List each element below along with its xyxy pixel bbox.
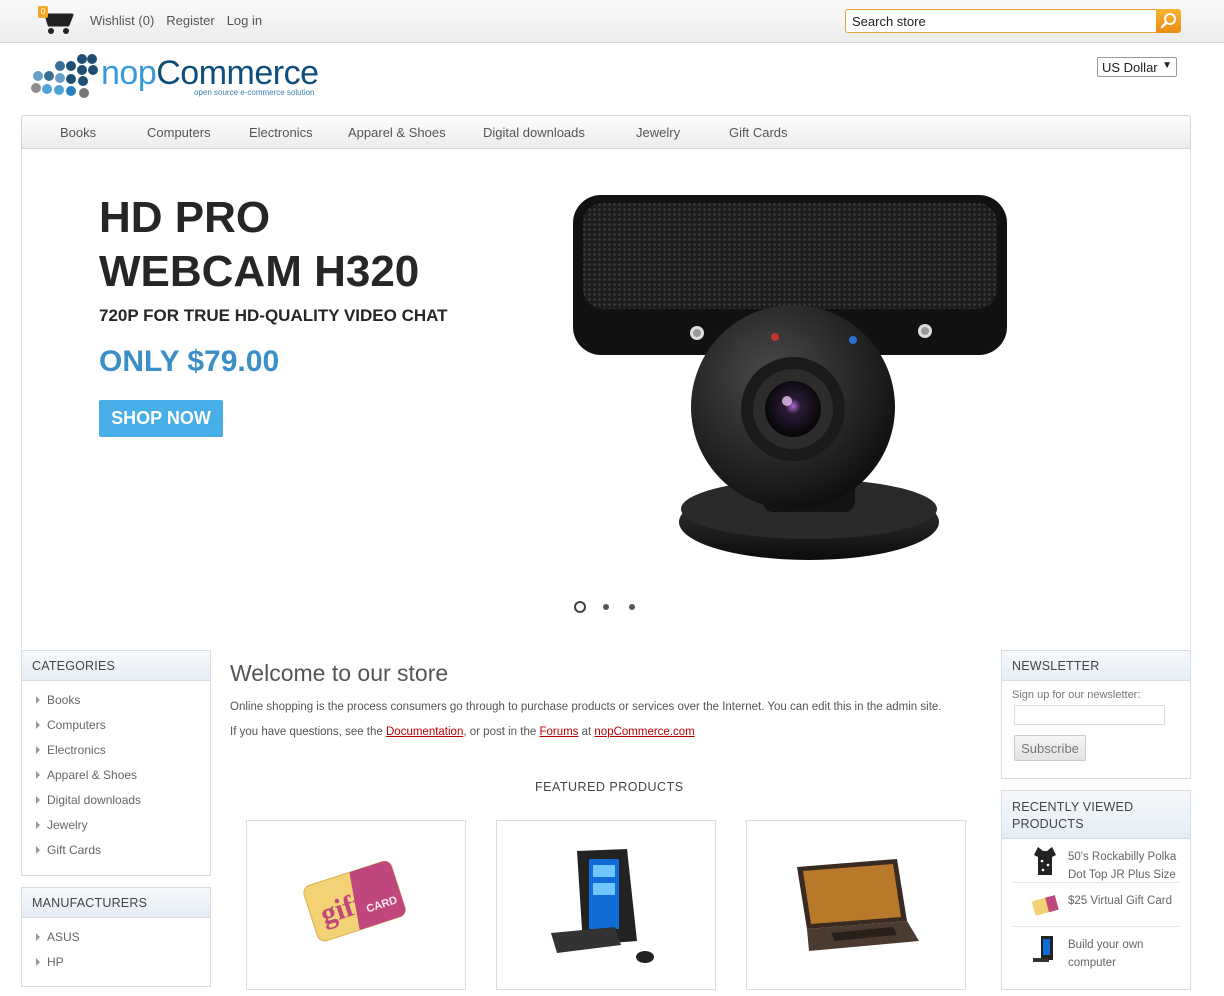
logo-dots-icon xyxy=(31,54,98,98)
store-logo[interactable]: nopCommerce open source e-commerce solut… xyxy=(28,52,328,102)
slider-dot-3[interactable] xyxy=(626,601,638,613)
slider-dot-1[interactable] xyxy=(574,601,586,613)
currency-select[interactable]: US Dollar ▼ xyxy=(1097,57,1177,77)
product-card-laptop[interactable] xyxy=(746,820,966,990)
slide-subtitle: 720P FOR TRUE HD-QUALITY VIDEO CHAT xyxy=(99,306,448,325)
recent-product-item[interactable]: Build your own computer xyxy=(1012,927,1180,971)
categories-title: CATEGORIES xyxy=(22,651,210,681)
polka-dot-top-thumb xyxy=(1034,847,1056,875)
desktop-computer-image xyxy=(551,849,654,963)
slide-title-line1: HD PRO xyxy=(99,193,271,242)
menu-item-gift-cards[interactable]: Gift Cards xyxy=(729,125,788,140)
category-electronics[interactable]: Electronics xyxy=(22,742,210,767)
slide-title: HD PRO WEBCAM H320 xyxy=(99,191,419,299)
recent-product-name[interactable]: Build your own computer xyxy=(1068,936,1188,972)
help-prefix: If you have questions, see the xyxy=(230,726,386,738)
slide-price: ONLY $79.00 xyxy=(99,345,280,378)
search-input[interactable] xyxy=(845,9,1157,33)
cart-count-badge: 0 xyxy=(38,6,48,18)
intro-text: Online shopping is the process consumers… xyxy=(230,701,942,713)
slide-title-line2: WEBCAM H320 xyxy=(99,247,420,296)
categories-block: CATEGORIES Books Computers Electronics A… xyxy=(21,650,211,876)
main-content: Welcome to our store Online shopping is … xyxy=(230,660,990,738)
login-link[interactable]: Log in xyxy=(227,13,262,28)
manufacturers-title: MANUFACTURERS xyxy=(22,888,210,918)
product-card-computer[interactable] xyxy=(496,820,716,990)
dropdown-arrow-icon: ▼ xyxy=(1162,60,1172,71)
laptop-image xyxy=(797,859,919,951)
welcome-heading: Welcome to our store xyxy=(230,660,449,686)
shopping-cart-icon[interactable]: 0 xyxy=(36,6,76,36)
category-jewelry[interactable]: Jewelry xyxy=(22,817,210,842)
webcam-image[interactable] xyxy=(567,187,1017,567)
computer-thumb xyxy=(1033,936,1053,962)
manufacturers-block: MANUFACTURERS ASUS HP xyxy=(21,887,211,987)
recent-product-name[interactable]: 50's Rockabilly Polka Dot Top JR Plus Si… xyxy=(1068,848,1188,884)
category-gift-cards[interactable]: Gift Cards xyxy=(22,842,210,867)
category-computers[interactable]: Computers xyxy=(22,717,210,742)
shop-now-button[interactable]: SHOP NOW xyxy=(99,400,223,437)
category-books[interactable]: Books xyxy=(22,692,210,717)
forums-link[interactable]: Forums xyxy=(539,726,578,738)
manufacturers-list: ASUS HP xyxy=(22,918,210,979)
logo-nop: nop xyxy=(101,54,157,92)
newsletter-email-input[interactable] xyxy=(1014,705,1165,725)
category-digital-downloads[interactable]: Digital downloads xyxy=(22,792,210,817)
slider-dot-2[interactable] xyxy=(600,601,612,613)
header-links: Wishlist (0) Register Log in xyxy=(90,13,262,28)
menu-item-books[interactable]: Books xyxy=(60,125,96,140)
help-at: at xyxy=(578,726,595,738)
manufacturer-asus[interactable]: ASUS xyxy=(22,929,210,954)
logo-commerce: Commerce xyxy=(156,54,319,92)
gift-card-image: gift CARD xyxy=(303,860,406,942)
recent-product-item[interactable]: $25 Virtual Gift Card xyxy=(1012,883,1180,927)
newsletter-title: NEWSLETTER xyxy=(1002,651,1190,681)
logo-tagline: open source e-commerce solution xyxy=(194,88,315,97)
wishlist-link[interactable]: Wishlist (0) xyxy=(90,13,154,28)
currency-value: US Dollar xyxy=(1102,60,1158,75)
help-mid: , or post in the xyxy=(463,726,540,738)
menu-item-digital-downloads[interactable]: Digital downloads xyxy=(483,125,585,140)
home-slider: HD PRO WEBCAM H320 720P FOR TRUE HD-QUAL… xyxy=(21,149,1191,649)
register-link[interactable]: Register xyxy=(166,13,214,28)
recently-viewed-title: RECENTLY VIEWED PRODUCTS xyxy=(1002,791,1190,839)
recently-viewed-title-line1: RECENTLY VIEWED xyxy=(1012,800,1134,814)
categories-list: Books Computers Electronics Apparel & Sh… xyxy=(22,681,210,867)
recent-product-item[interactable]: 50's Rockabilly Polka Dot Top JR Plus Si… xyxy=(1012,839,1180,883)
documentation-link[interactable]: Documentation xyxy=(386,726,463,738)
manufacturer-hp[interactable]: HP xyxy=(22,954,210,979)
featured-products-title: FEATURED PRODUCTS xyxy=(535,780,684,794)
search-icon xyxy=(1160,13,1176,29)
menu-item-electronics[interactable]: Electronics xyxy=(249,125,313,140)
newsletter-block: NEWSLETTER Sign up for our newsletter: S… xyxy=(1001,650,1191,779)
top-bar: 0 Wishlist (0) Register Log in xyxy=(0,0,1224,43)
search-box xyxy=(845,9,1181,33)
menu-item-computers[interactable]: Computers xyxy=(147,125,211,140)
recently-viewed-block: RECENTLY VIEWED PRODUCTS 50's Rockabilly… xyxy=(1001,790,1191,990)
help-text: If you have questions, see the Documenta… xyxy=(230,726,990,738)
recent-product-name[interactable]: $25 Virtual Gift Card xyxy=(1068,892,1188,910)
recently-viewed-title-line2: PRODUCTS xyxy=(1012,817,1084,831)
gift-card-thumb xyxy=(1032,895,1059,916)
search-button[interactable] xyxy=(1156,9,1181,33)
slider-pagination xyxy=(574,601,638,613)
newsletter-label: Sign up for our newsletter: xyxy=(1012,689,1141,701)
product-card-gift-card[interactable]: gift CARD xyxy=(246,820,466,990)
top-menu: Books Computers Electronics Apparel & Sh… xyxy=(21,115,1191,149)
subscribe-button[interactable]: Subscribe xyxy=(1014,735,1086,761)
menu-item-apparel-shoes[interactable]: Apparel & Shoes xyxy=(348,125,446,140)
category-apparel-shoes[interactable]: Apparel & Shoes xyxy=(22,767,210,792)
menu-item-jewelry[interactable]: Jewelry xyxy=(636,125,680,140)
nopcommerce-link[interactable]: nopCommerce.com xyxy=(594,726,694,738)
